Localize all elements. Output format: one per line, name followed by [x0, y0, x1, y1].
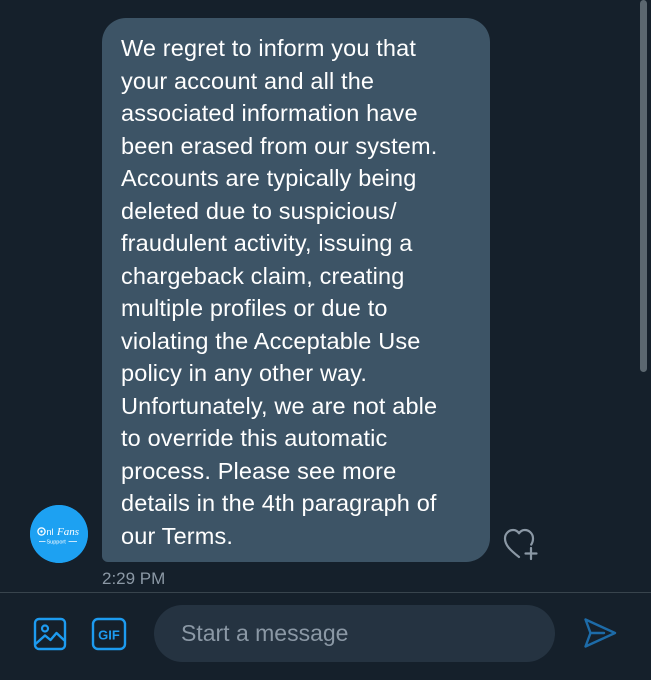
svg-text:nl: nl	[47, 527, 54, 537]
svg-text:Fans: Fans	[56, 526, 79, 538]
message-input[interactable]	[154, 605, 555, 662]
image-icon[interactable]	[33, 617, 67, 651]
scrollbar[interactable]	[640, 0, 647, 372]
gif-button[interactable]: GIF	[91, 617, 127, 651]
message-bubble[interactable]: We regret to inform you that your accoun…	[102, 18, 490, 562]
send-icon[interactable]	[582, 615, 618, 651]
avatar[interactable]: nl Fans Support	[30, 505, 88, 563]
svg-text:Support: Support	[47, 540, 67, 546]
message-composer: GIF	[0, 592, 651, 680]
heart-plus-icon[interactable]	[502, 526, 542, 562]
gif-label: GIF	[98, 628, 120, 643]
message-text: We regret to inform you that your accoun…	[121, 35, 438, 549]
message-timestamp: 2:29 PM	[102, 569, 166, 588]
conversation-view: We regret to inform you that your accoun…	[0, 0, 651, 592]
onlyfans-support-logo: nl Fans Support	[30, 505, 88, 563]
